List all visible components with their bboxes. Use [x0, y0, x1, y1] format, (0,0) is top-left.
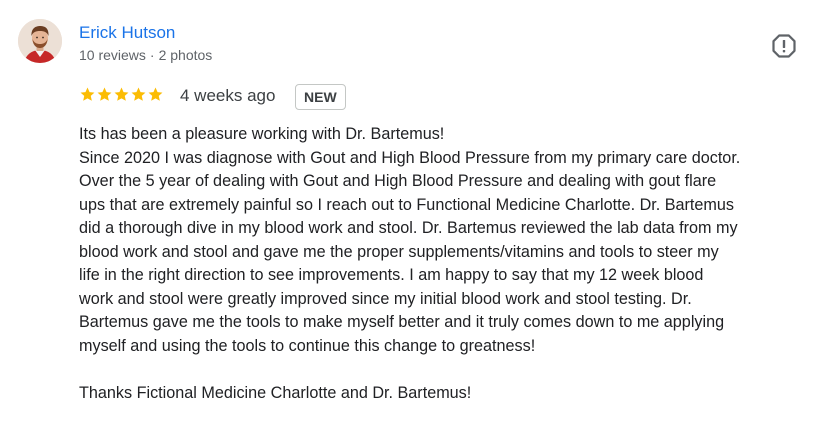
- review-line: life in the right direction to see impro…: [79, 266, 704, 284]
- review-line: Thanks Fictional Medicine Charlotte and …: [79, 383, 472, 402]
- star-icon: [131, 87, 146, 101]
- review-line: myself and using the tools to continue t…: [79, 336, 536, 355]
- review-line: Bartemus gave me the tools to make mysel…: [79, 313, 725, 331]
- review-line: Its has been a pleasure working with Dr.…: [79, 125, 445, 143]
- star-icon: [148, 87, 163, 101]
- star-icon: [114, 87, 129, 101]
- new-badge: NEW: [295, 84, 346, 110]
- star-rating: [79, 86, 164, 104]
- star-icon: [97, 87, 112, 101]
- reviewer-meta: 10 reviews · 2 photos: [79, 46, 212, 64]
- reviewer-avatar[interactable]: [18, 19, 62, 63]
- review-date: 4 weeks ago: [180, 86, 276, 105]
- meta-separator: ·: [149, 47, 155, 63]
- review-line: did a thorough dive in my blood work and…: [79, 219, 738, 237]
- review-text: Its has been a pleasure working with Dr.…: [79, 123, 819, 405]
- report-review-button[interactable]: [771, 33, 797, 59]
- review-line: Over the 5 year of dealing with Gout and…: [79, 172, 717, 190]
- photos-count: 2 photos: [158, 47, 213, 63]
- review-line: [79, 358, 819, 382]
- report-icon: [772, 34, 796, 58]
- review-line: blood work and stool and gave me the pro…: [79, 242, 719, 261]
- review-line: Since 2020 I was diagnose with Gout and …: [79, 148, 741, 167]
- reviews-count: 10 reviews: [79, 47, 146, 63]
- reviewer-name[interactable]: Erick Hutson: [79, 22, 175, 44]
- review-line: ups that are extremely painful so I reac…: [79, 195, 735, 214]
- star-icon: [80, 87, 95, 101]
- review-line: work and stool were greatly improved sin…: [79, 289, 692, 308]
